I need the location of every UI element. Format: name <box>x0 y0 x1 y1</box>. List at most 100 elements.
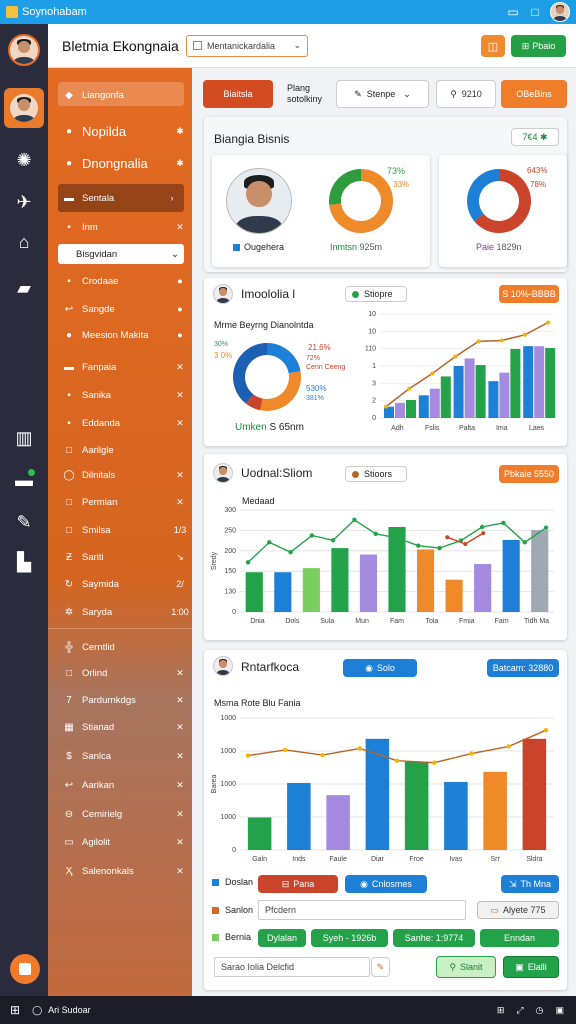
bottom-input[interactable]: Sarao Iolia Delcfid <box>214 957 370 977</box>
row3-d-button[interactable]: Enndan <box>480 929 559 947</box>
sidebar-item-action[interactable]: ✕ <box>168 497 192 508</box>
expand-icon[interactable]: ⤢ <box>516 1005 523 1016</box>
row3-b-button[interactable]: Syeh - 1926b <box>311 929 388 947</box>
sidebar-item-action[interactable]: ✕ <box>168 362 192 373</box>
tray-icon[interactable]: ▣ <box>555 1005 564 1016</box>
search-button[interactable]: ⚲ Slanit <box>436 956 496 978</box>
sidebar-item-action[interactable]: › <box>160 193 184 203</box>
card1-orange-button[interactable]: S 10%-BBBB <box>499 285 559 303</box>
sidebar-item-action[interactable]: ✕ <box>168 668 192 679</box>
sidebar-item[interactable]: □ Smilsa 1/3 <box>48 517 192 543</box>
pencil-button[interactable]: ✎ Stenpe ⌄ <box>336 80 429 108</box>
sidebar-item[interactable]: ↩ Sangde ● <box>48 296 192 322</box>
sidebar-item-action[interactable]: ● <box>168 304 192 314</box>
sidebar-item[interactable]: 7 Pardurnkdgs ✕ <box>48 687 192 713</box>
sidebar-item-action[interactable]: 2/ <box>168 579 192 589</box>
sidebar-item-action[interactable]: ✕ <box>168 780 192 791</box>
row3-c-button[interactable]: Sanhe: 1:9774 <box>393 929 475 947</box>
sidebar-item[interactable]: ● Meesion Makita ● <box>48 322 192 348</box>
sidebar-item-action[interactable]: ✕ <box>168 222 192 233</box>
card3-blue-chip[interactable]: ◉ Solo <box>343 659 417 677</box>
sidebar-item[interactable]: □ Orlind ✕ <box>48 660 192 686</box>
inbox-icon[interactable]: ▬ <box>10 466 38 494</box>
row2-right-button[interactable]: ▭ Alyete 775 <box>477 901 559 919</box>
sidebar-item-action[interactable]: ✕ <box>168 470 192 481</box>
sidebar-item[interactable]: ▭ Agilolit ✕ <box>48 829 192 855</box>
search-icon[interactable]: ◯ <box>32 1005 42 1016</box>
sidebar-item[interactable]: ▬ Sentala › <box>58 185 184 211</box>
row3-a-button[interactable]: Dylalan <box>258 929 306 947</box>
row2-input[interactable]: Pfcdern <box>258 900 466 920</box>
sidebar-item-action[interactable]: 1/3 <box>168 525 192 535</box>
home-icon[interactable]: ⌂ <box>10 228 38 256</box>
sidebar-item-action[interactable]: ✕ <box>168 837 192 848</box>
sidebar-item[interactable]: □ Permian ✕ <box>48 489 192 515</box>
sidebar-item[interactable]: ↩ Aarikan ✕ <box>48 772 192 798</box>
sidebar-item[interactable]: □ Aarilgle <box>48 437 192 463</box>
wrench-icon[interactable]: ✎ <box>10 508 38 536</box>
sidebar-item[interactable]: Ƶ Sariti ↘ <box>48 544 192 570</box>
avatar[interactable] <box>550 2 570 22</box>
sidebar-item-action[interactable]: ✕ <box>168 751 192 762</box>
profile-active-icon[interactable] <box>4 88 44 128</box>
minimize-icon[interactable]: ▭ <box>502 5 524 19</box>
sidebar-item-action[interactable]: ✕ <box>168 695 192 706</box>
edit-button[interactable]: ▣ Elalli <box>503 956 559 978</box>
barcode-icon[interactable]: ▥ <box>10 424 38 452</box>
card3-blue-button[interactable]: Batcam: 32880 <box>487 659 559 677</box>
sidebar-item-action[interactable]: ✕ <box>168 809 192 820</box>
sidebar-item[interactable]: ╬ Cerntlid <box>48 634 192 660</box>
card1-chip[interactable]: Stiopre <box>345 286 407 302</box>
sidebar-item[interactable]: ▪ Eddanda ✕ <box>48 410 192 436</box>
toggle-icon[interactable]: ◫ <box>481 35 505 57</box>
sidebar-item-label: Meesion Makita <box>82 329 149 341</box>
sidebar-item[interactable]: ✲ Saryda 1:00 <box>48 599 192 625</box>
sidebar-item[interactable]: ▪ Crodaae ● <box>48 268 192 294</box>
sidebar-item[interactable]: Ҳ Salenonkals ✕ <box>48 858 192 884</box>
orange-button[interactable]: OBeBins <box>501 80 567 108</box>
row1-red-button[interactable]: ⊟ Pana <box>258 875 338 893</box>
sidebar-item-action[interactable]: ↘ <box>168 552 192 563</box>
sidebar-item[interactable]: ▦ Stianad ✕ <box>48 714 192 740</box>
sidebar-item[interactable]: ▬ Fanpaia ✕ <box>48 354 192 380</box>
avatar[interactable] <box>8 34 40 66</box>
sidebar-item-action[interactable]: ✱ <box>168 126 192 137</box>
card2-chip[interactable]: Stioors <box>345 466 407 482</box>
sidebar-item[interactable]: $ Sanlca ✕ <box>48 743 192 769</box>
sidebar-item[interactable]: ● Nopilda ✱ <box>48 118 192 144</box>
header-select[interactable]: Mentanickardalia ⌄ <box>186 34 308 57</box>
sidebar-item-action[interactable]: ● <box>168 330 192 340</box>
sidebar-item[interactable]: ◆ Liangonfa <box>58 82 184 108</box>
globe-icon[interactable]: ✺ <box>10 146 38 174</box>
sidebar-item[interactable]: ● Dnongnalia ✱ <box>48 150 192 176</box>
sidebar-item-action[interactable]: ● <box>168 276 192 286</box>
clock-icon[interactable]: ◷ <box>536 1005 544 1016</box>
row1-blue-button[interactable]: ◉ Cnlosmes <box>345 875 427 893</box>
sidebar-item-action[interactable]: ✱ <box>168 158 192 169</box>
header-action-button[interactable]: ⊞ Pbaio <box>511 35 566 57</box>
sidebar-item-action[interactable]: 1:00 <box>168 607 192 617</box>
sidebar-item-action[interactable]: ✕ <box>168 418 192 429</box>
sidebar-item[interactable]: ▪ Sanika ✕ <box>48 382 192 408</box>
tab-active[interactable]: Biaitsla <box>203 80 273 108</box>
sidebar-item-action[interactable]: ✕ <box>168 866 192 877</box>
card2-orange-button[interactable]: Pbkaie 5550 <box>499 465 559 483</box>
record-icon[interactable] <box>10 954 40 984</box>
edit-icon[interactable]: ✎ <box>371 957 390 977</box>
row1-right-button[interactable]: ⇲ Th Mna <box>501 875 559 893</box>
sidebar-item-action[interactable]: ✕ <box>168 722 192 733</box>
sidebar-item[interactable]: ▪ Inm ✕ <box>48 214 192 240</box>
sidebar-item[interactable]: ◯ Dilnitals ✕ <box>48 462 192 488</box>
maximize-icon[interactable]: □ <box>524 5 546 19</box>
analytics-icon[interactable]: ▙ <box>10 548 38 576</box>
chat-icon[interactable]: ▰ <box>10 274 38 302</box>
start-icon[interactable]: ⊞ <box>10 1003 20 1017</box>
sidebar-item-action[interactable]: ✕ <box>168 390 192 401</box>
sidebar-item[interactable]: ↻ Saymida 2/ <box>48 571 192 597</box>
satellite-icon[interactable]: ✈ <box>10 188 38 216</box>
sidebar-dropdown[interactable]: Bisgvidan ⌄ <box>58 244 184 264</box>
grid-icon[interactable]: ⊞ <box>497 1005 505 1016</box>
tab-two[interactable]: Plang sotolkiny <box>287 83 331 105</box>
sidebar-item[interactable]: ⊖ Cemirielg ✕ <box>48 801 192 827</box>
search-field[interactable]: ⚲ 9210 <box>436 80 496 108</box>
